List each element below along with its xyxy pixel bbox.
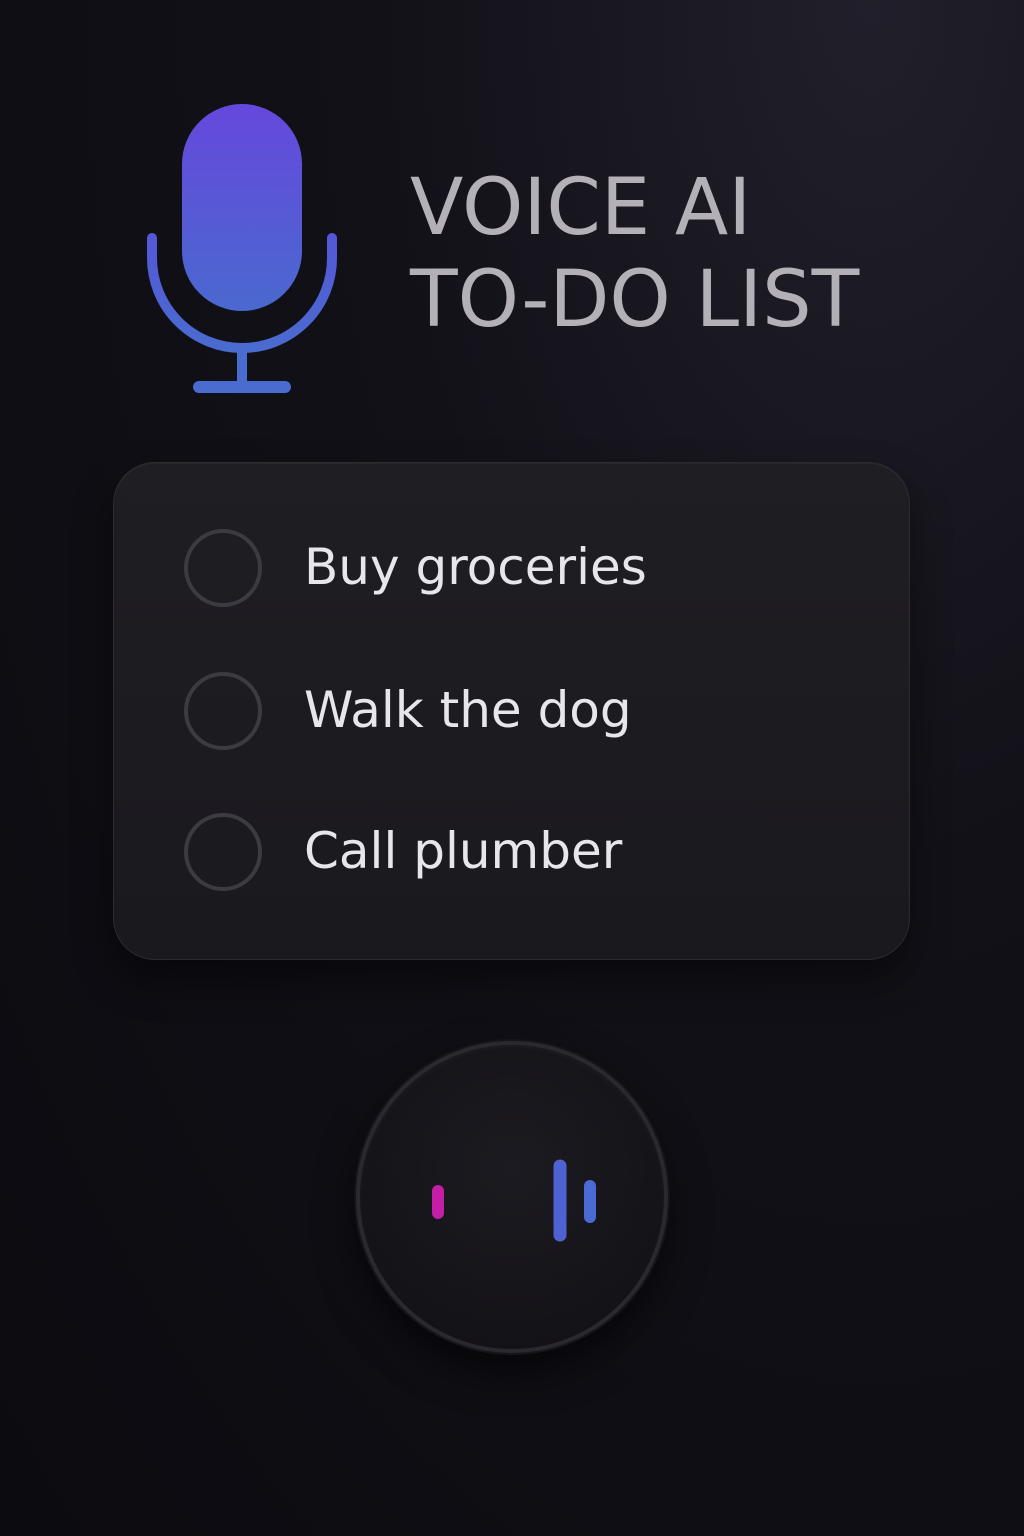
task-list-card: Buy groceries Walk the dog Call plumber <box>113 462 910 960</box>
task-label: Walk the dog <box>304 681 632 739</box>
app-title: VOICE AI TO-DO LIST <box>410 162 970 346</box>
app-title-line-2: TO-DO LIST <box>410 255 860 345</box>
task-checkbox[interactable] <box>184 672 262 750</box>
task-item[interactable]: Call plumber <box>114 807 911 907</box>
app-screen: VOICE AI TO-DO LIST Buy groceries Walk t… <box>0 0 1024 1536</box>
microphone-icon <box>147 104 337 393</box>
task-label: Buy groceries <box>304 538 647 596</box>
waveform-icon <box>432 1128 596 1272</box>
task-label: Call plumber <box>304 822 623 880</box>
task-item[interactable]: Buy groceries <box>114 523 911 623</box>
task-item[interactable]: Walk the dog <box>114 666 911 766</box>
task-checkbox[interactable] <box>184 813 262 891</box>
voice-record-button[interactable] <box>356 1041 668 1353</box>
app-title-line-1: VOICE AI <box>410 163 752 253</box>
task-checkbox[interactable] <box>184 529 262 607</box>
header: VOICE AI TO-DO LIST <box>0 0 1024 420</box>
